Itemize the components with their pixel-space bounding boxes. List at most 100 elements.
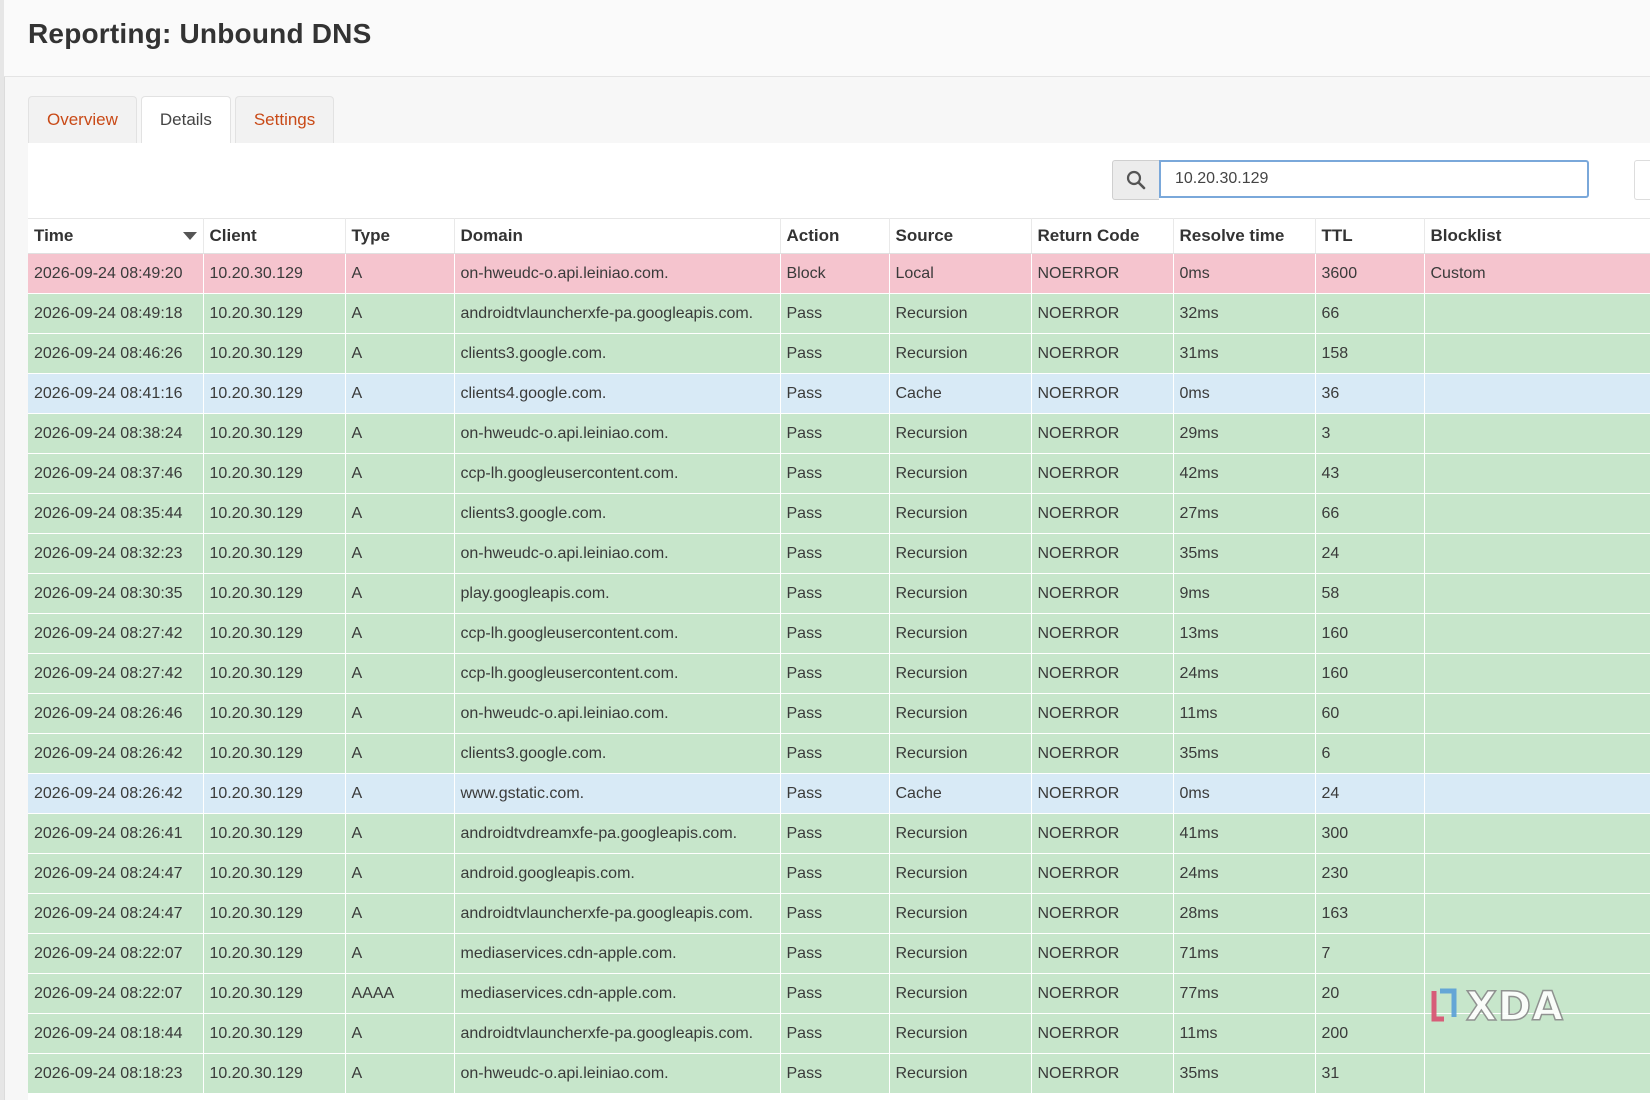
- cell-time: 2026-09-24 08:22:07: [28, 973, 204, 1014]
- cell-type: A: [345, 333, 455, 374]
- cell-action: Pass: [780, 613, 890, 654]
- table-row[interactable]: 2026-09-24 08:38:24 10.20.30.129 Aon-hweud…: [28, 413, 1650, 454]
- column-header-domain[interactable]: Domain: [454, 218, 781, 254]
- table-row[interactable]: 2026-09-24 08:24:47 10.20.30.129 Aandroid.…: [28, 853, 1650, 894]
- cell-ttl: 20: [1315, 973, 1425, 1014]
- search-icon: [1126, 170, 1146, 190]
- table-row[interactable]: 2026-09-24 08:32:23 10.20.30.129 Aon-hweud…: [28, 533, 1650, 574]
- cell-type: A: [345, 373, 455, 414]
- dns-log-table: Time Client Type Domain Action Source Re…: [28, 218, 1650, 1094]
- cell-domain: clients3.google.com.: [454, 733, 781, 774]
- cell-return-code: NOERROR: [1031, 373, 1174, 414]
- cell-time: 2026-09-24 08:38:24: [28, 413, 204, 454]
- cell-blocklist: [1424, 453, 1650, 494]
- cell-action: Pass: [780, 333, 890, 374]
- cell-time: 2026-09-24 08:27:42: [28, 653, 204, 694]
- cell-return-code: NOERROR: [1031, 1013, 1174, 1054]
- cell-resolve-time: 11ms: [1173, 693, 1316, 734]
- column-header-time-label: Time: [34, 226, 74, 245]
- cell-domain: clients4.google.com.: [454, 373, 781, 414]
- table-row[interactable]: 2026-09-24 08:26:46 10.20.30.129 Aon-hweud…: [28, 693, 1650, 734]
- tab-details[interactable]: Details: [140, 96, 231, 143]
- cell-source: Recursion: [889, 1053, 1032, 1094]
- cell-action: Block: [780, 253, 890, 294]
- cell-resolve-time: 0ms: [1173, 253, 1316, 294]
- column-header-time[interactable]: Time: [28, 218, 204, 254]
- cell-domain: www.gstatic.com.: [454, 773, 781, 814]
- cell-client: 10.20.30.129: [203, 1053, 346, 1094]
- cell-blocklist: [1424, 413, 1650, 454]
- cell-domain: androidtvlauncherxfe-pa.googleapis.com.: [454, 893, 781, 934]
- cell-time: 2026-09-24 08:35:44: [28, 493, 204, 534]
- column-header-type[interactable]: Type: [345, 218, 455, 254]
- table-row[interactable]: 2026-09-24 08:26:42 10.20.30.129 Aclients3…: [28, 733, 1650, 774]
- cell-domain: mediaservices.cdn-apple.com.: [454, 933, 781, 974]
- search-input[interactable]: [1159, 160, 1589, 198]
- page-size-select[interactable]: [1634, 160, 1650, 200]
- search-bar: [1112, 160, 1589, 200]
- cell-client: 10.20.30.129: [203, 373, 346, 414]
- cell-source: Recursion: [889, 813, 1032, 854]
- cell-action: Pass: [780, 813, 890, 854]
- cell-source: Recursion: [889, 573, 1032, 614]
- table-row[interactable]: 2026-09-24 08:22:07 10.20.30.129 Amediaser…: [28, 933, 1650, 974]
- table-row[interactable]: 2026-09-24 08:49:20 10.20.30.129 Aon-hweud…: [28, 253, 1650, 294]
- cell-action: Pass: [780, 373, 890, 414]
- column-header-blocklist[interactable]: Blocklist: [1424, 218, 1650, 254]
- cell-type: A: [345, 693, 455, 734]
- cell-domain: androidtvlauncherxfe-pa.googleapis.com.: [454, 1013, 781, 1054]
- table-row[interactable]: 2026-09-24 08:26:42 10.20.30.129 Awww.gsta…: [28, 773, 1650, 814]
- cell-type: A: [345, 413, 455, 454]
- cell-ttl: 3600: [1315, 253, 1425, 294]
- cell-time: 2026-09-24 08:27:42: [28, 613, 204, 654]
- cell-action: Pass: [780, 293, 890, 334]
- cell-client: 10.20.30.129: [203, 653, 346, 694]
- cell-blocklist: [1424, 493, 1650, 534]
- table-row[interactable]: 2026-09-24 08:30:35 10.20.30.129 Aplay.goo…: [28, 573, 1650, 614]
- table-row[interactable]: 2026-09-24 08:18:44 10.20.30.129 Aandroidt…: [28, 1013, 1650, 1054]
- cell-return-code: NOERROR: [1031, 493, 1174, 534]
- table-row[interactable]: 2026-09-24 08:18:23 10.20.30.129 Aon-hweud…: [28, 1053, 1650, 1094]
- cell-source: Cache: [889, 373, 1032, 414]
- search-button[interactable]: [1112, 160, 1159, 200]
- cell-action: Pass: [780, 453, 890, 494]
- cell-action: Pass: [780, 853, 890, 894]
- cell-type: A: [345, 533, 455, 574]
- column-header-return-code[interactable]: Return Code: [1031, 218, 1174, 254]
- column-header-action[interactable]: Action: [780, 218, 890, 254]
- cell-client: 10.20.30.129: [203, 573, 346, 614]
- cell-return-code: NOERROR: [1031, 573, 1174, 614]
- cell-client: 10.20.30.129: [203, 413, 346, 454]
- column-header-client[interactable]: Client: [203, 218, 346, 254]
- xda-logo-icon: [1431, 988, 1457, 1022]
- cell-source: Cache: [889, 773, 1032, 814]
- table-row[interactable]: 2026-09-24 08:26:41 10.20.30.129 Aandroidt…: [28, 813, 1650, 854]
- cell-blocklist: [1424, 853, 1650, 894]
- cell-return-code: NOERROR: [1031, 733, 1174, 774]
- table-row[interactable]: 2026-09-24 08:37:46 10.20.30.129 Accp-lh.g…: [28, 453, 1650, 494]
- cell-domain: androidtvdreamxfe-pa.googleapis.com.: [454, 813, 781, 854]
- cell-action: Pass: [780, 413, 890, 454]
- column-header-resolve-time[interactable]: Resolve time: [1173, 218, 1316, 254]
- table-row[interactable]: 2026-09-24 08:27:42 10.20.30.129 Accp-lh.g…: [28, 613, 1650, 654]
- table-row[interactable]: 2026-09-24 08:24:47 10.20.30.129 Aandroidt…: [28, 893, 1650, 934]
- tab-overview[interactable]: Overview: [28, 96, 137, 143]
- cell-ttl: 6: [1315, 733, 1425, 774]
- cell-time: 2026-09-24 08:46:26: [28, 333, 204, 374]
- column-header-source[interactable]: Source: [889, 218, 1032, 254]
- caret-down-icon[interactable]: [182, 231, 197, 241]
- table-row[interactable]: 2026-09-24 08:35:44 10.20.30.129 Aclients3…: [28, 493, 1650, 534]
- column-header-ttl[interactable]: TTL: [1315, 218, 1425, 254]
- table-row[interactable]: 2026-09-24 08:22:07 10.20.30.129 AAAA media…: [28, 973, 1650, 1014]
- table-row[interactable]: 2026-09-24 08:49:18 10.20.30.129 Aandroidt…: [28, 293, 1650, 334]
- cell-return-code: NOERROR: [1031, 293, 1174, 334]
- table-row[interactable]: 2026-09-24 08:27:42 10.20.30.129 Accp-lh.g…: [28, 653, 1650, 694]
- tab-settings[interactable]: Settings: [234, 96, 335, 143]
- cell-time: 2026-09-24 08:37:46: [28, 453, 204, 494]
- cell-ttl: 230: [1315, 853, 1425, 894]
- cell-client: 10.20.30.129: [203, 973, 346, 1014]
- watermark: XDA: [1430, 983, 1590, 1031]
- table-row[interactable]: 2026-09-24 08:41:16 10.20.30.129 Aclients4…: [28, 373, 1650, 414]
- table-row[interactable]: 2026-09-24 08:46:26 10.20.30.129 Aclients3…: [28, 333, 1650, 374]
- cell-type: A: [345, 653, 455, 694]
